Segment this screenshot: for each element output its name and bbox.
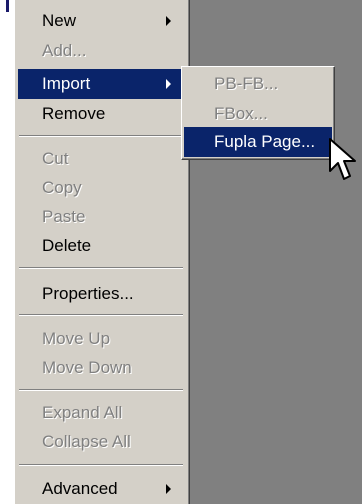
submenu-item-fupla-page[interactable]: Fupla Page... xyxy=(184,127,332,157)
menu-separator xyxy=(19,314,183,316)
window-edge-mark xyxy=(6,0,9,12)
menu-item-label: Collapse All xyxy=(42,432,131,451)
menu-item-delete[interactable]: Delete xyxy=(18,231,185,261)
menu-item-move-up[interactable]: Move Up xyxy=(18,324,185,354)
submenu-item-label: FBox... xyxy=(214,104,268,123)
menu-item-paste[interactable]: Paste xyxy=(18,202,185,232)
menu-item-label: Properties... xyxy=(42,284,134,303)
menu-item-label: New xyxy=(42,11,77,30)
menu-item-advanced[interactable]: Advanced xyxy=(18,474,185,504)
menu-item-collapse-all[interactable]: Collapse All xyxy=(18,427,185,457)
window-edge-strip xyxy=(0,0,14,504)
submenu-item-label: Fupla Page... xyxy=(214,132,316,151)
menu-separator xyxy=(19,267,183,269)
submenu-arrow-icon xyxy=(166,16,171,26)
menu-item-label: Paste xyxy=(42,207,86,226)
menu-item-copy[interactable]: Copy xyxy=(18,173,185,203)
menu-item-label: Expand All xyxy=(42,403,123,422)
menu-item-cut[interactable]: Cut xyxy=(18,144,185,174)
submenu-item-pb-fb[interactable]: PB-FB... xyxy=(184,69,332,99)
submenu-arrow-icon xyxy=(166,484,171,494)
menu-item-label: Copy xyxy=(42,178,82,197)
menu-item-label: Delete xyxy=(42,236,92,255)
menu-separator xyxy=(19,389,183,391)
menu-separator xyxy=(19,464,183,466)
menu-item-label: Advanced xyxy=(42,479,118,498)
context-menu: New Add... Import Remove Cut Copy Paste … xyxy=(14,0,189,504)
menu-item-new[interactable]: New xyxy=(18,6,185,36)
menu-item-move-down[interactable]: Move Down xyxy=(18,353,185,383)
menu-item-add[interactable]: Add... xyxy=(18,36,185,66)
menu-item-properties[interactable]: Properties... xyxy=(18,279,185,309)
submenu-item-label: PB-FB... xyxy=(214,74,279,93)
menu-item-label: Remove xyxy=(42,104,106,123)
arrow-pointer-icon xyxy=(329,138,356,180)
import-submenu: PB-FB... FBox... Fupla Page... xyxy=(181,66,335,160)
menu-item-label: Cut xyxy=(42,149,69,168)
menu-item-label: Move Down xyxy=(42,358,132,377)
menu-item-expand-all[interactable]: Expand All xyxy=(18,398,185,428)
submenu-item-fbox[interactable]: FBox... xyxy=(184,99,332,129)
submenu-arrow-icon xyxy=(166,79,171,89)
menu-item-remove[interactable]: Remove xyxy=(18,99,185,129)
menu-separator xyxy=(19,135,183,137)
menu-item-import[interactable]: Import xyxy=(18,69,185,99)
menu-item-label: Move Up xyxy=(42,329,111,348)
menu-item-label: Add... xyxy=(42,41,87,60)
menu-item-label: Import xyxy=(42,74,91,93)
